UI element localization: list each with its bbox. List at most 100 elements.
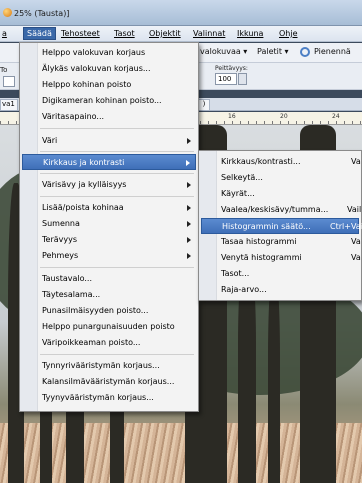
- menu-item-label: Vaalea/keskisävy/tumma...: [221, 205, 329, 214]
- opacity-spinner[interactable]: [238, 73, 247, 85]
- menu-item-sumenna[interactable]: Sumenna: [22, 216, 196, 232]
- ruler-label: 20: [280, 113, 288, 120]
- menu-separator: [40, 267, 194, 268]
- submenu-item-raja-arvo[interactable]: Raja-arvo...: [201, 282, 359, 298]
- brightness-contrast-submenu: Kirkkaus/kontrasti... Va Selkeytä... Käyr…: [198, 150, 362, 301]
- app-icon: [3, 8, 12, 17]
- menu-item-shortcut: Va: [351, 253, 361, 262]
- menu-item-label: Histogrammin säätö...: [222, 222, 311, 231]
- menu-item-kirkkaus-ja-kontrasti[interactable]: Kirkkaus ja kontrasti: [22, 154, 196, 170]
- options-left-label: To: [0, 66, 8, 74]
- opacity-input[interactable]: 100: [215, 73, 237, 85]
- menu-item-label: Värisävy ja kylläisyys: [42, 180, 127, 189]
- menu-item-label: Väritasapaino...: [42, 112, 105, 121]
- zoom-out-icon[interactable]: [300, 47, 310, 57]
- submenu-item-selkeyta[interactable]: Selkeytä...: [201, 170, 359, 186]
- menu-item-label: Sumenna: [42, 219, 80, 228]
- menu-separator: [40, 151, 194, 152]
- menu-item-teravyys[interactable]: Terävyys: [22, 232, 196, 248]
- menu-item-varisavy-ja-kyllaisyys[interactable]: Värisävy ja kylläisyys: [22, 177, 196, 193]
- menu-item-shortcut: Va: [351, 157, 361, 166]
- submenu-arrow-icon: [187, 237, 191, 243]
- menu-item-label: Taustavalo...: [42, 274, 92, 283]
- menu-saada[interactable]: Säädä: [23, 27, 56, 40]
- title-bar: 25% (Tausta)]: [0, 0, 362, 26]
- opacity-label: Peittävyys:: [215, 65, 248, 72]
- submenu-arrow-icon: [187, 138, 191, 144]
- submenu-item-tasaa-histogrammi[interactable]: Tasaa histogrammi Va: [201, 234, 361, 250]
- menu-item-label: Selkeytä...: [221, 173, 263, 182]
- document-tab[interactable]: va1: [0, 99, 18, 111]
- menu-item-shortcut: Ctrl+Vai: [330, 222, 362, 231]
- menu-item-taustavalo[interactable]: Taustavalo...: [22, 271, 196, 287]
- menu-ohje[interactable]: Ohje: [279, 29, 298, 38]
- paletit-dropdown[interactable]: Paletit ▾: [257, 47, 289, 56]
- menu-item-lisaa-poista-kohinaa[interactable]: Lisää/poista kohinaa: [22, 200, 196, 216]
- menu-item-shortcut: Vail: [347, 205, 362, 214]
- document-tab-end[interactable]: ): [198, 99, 210, 111]
- menu-item-varitasapaino[interactable]: Väritasapaino...: [22, 109, 196, 125]
- menu-valinnat[interactable]: Valinnat: [193, 29, 225, 38]
- menu-item-helppo-punargunaisuuden-poisto[interactable]: Helppo punargunaisuuden poisto: [22, 319, 196, 335]
- menu-item-label: Käyrät...: [221, 189, 255, 198]
- submenu-item-histogrammin-saato[interactable]: Histogrammin säätö... Ctrl+Vai: [201, 218, 362, 234]
- submenu-item-tasot[interactable]: Tasot...: [201, 266, 359, 282]
- menu-tehosteet[interactable]: Tehosteet: [61, 29, 100, 38]
- submenu-item-kayrat[interactable]: Käyrät...: [201, 186, 359, 202]
- menu-bar: a Säädä Tehosteet Tasot Objektit Valinna…: [0, 26, 362, 42]
- menu-item-label: Terävyys: [42, 235, 78, 244]
- menu-separator: [40, 128, 194, 129]
- menu-item-label: Väripoikkeaman poisto...: [42, 338, 141, 347]
- submenu-arrow-icon: [187, 221, 191, 227]
- menu-partial[interactable]: a: [2, 29, 7, 38]
- submenu-item-kirkkaus-kontrasti[interactable]: Kirkkaus/kontrasti... Va: [201, 154, 361, 170]
- menu-item-label: Kalansilmävääristymän korjaus...: [42, 377, 175, 386]
- menu-item-pehmeys[interactable]: Pehmeys: [22, 248, 196, 264]
- submenu-item-venyta-histogrammi[interactable]: Venytä histogrammi Va: [201, 250, 361, 266]
- menu-item-helppo-valokuvan-korjaus[interactable]: Helppo valokuvan korjaus: [22, 45, 196, 61]
- menu-item-helppo-kohinan-poisto[interactable]: Helppo kohinan poisto: [22, 77, 196, 93]
- menu-item-varipoikkeaman-poisto[interactable]: Väripoikkeaman poisto...: [22, 335, 196, 351]
- menu-item-label: Tynnyrivääristymän korjaus...: [42, 361, 160, 370]
- menu-item-label: Väri: [42, 136, 58, 145]
- adjust-menu: Helppo valokuvan korjaus Älykäs valokuva…: [19, 42, 199, 412]
- menu-item-label: Kirkkaus ja kontrasti: [43, 158, 125, 167]
- menu-item-label: Älykäs valokuvan korjaus...: [42, 64, 151, 73]
- menu-item-digikameran-kohinan-poisto[interactable]: Digikameran kohinan poisto...: [22, 93, 196, 109]
- options-left-field[interactable]: [3, 76, 15, 87]
- menu-tasot[interactable]: Tasot: [114, 29, 135, 38]
- menu-item-label: Raja-arvo...: [221, 285, 267, 294]
- menu-item-label: Punasilmäisyyden poisto...: [42, 306, 149, 315]
- menu-item-shortcut: Va: [351, 237, 361, 246]
- valokuvaa-dropdown[interactable]: valokuvaa ▾: [200, 47, 247, 56]
- menu-item-tynnyrivaaristyman-korjaus[interactable]: Tynnyrivääristymän korjaus...: [22, 358, 196, 374]
- pienenna-button[interactable]: Pienennä: [314, 47, 351, 56]
- menu-item-label: Kirkkaus/kontrasti...: [221, 157, 301, 166]
- menu-item-label: Lisää/poista kohinaa: [42, 203, 124, 212]
- menu-item-label: Helppo kohinan poisto: [42, 80, 132, 89]
- menu-item-label: Tasaa histogrammi: [221, 237, 297, 246]
- menu-item-label: Pehmeys: [42, 251, 79, 260]
- submenu-item-vaalea-keskisavy-tumma[interactable]: Vaalea/keskisävy/tumma... Vail: [201, 202, 362, 218]
- menu-separator: [40, 354, 194, 355]
- menu-item-alykas-korjaus[interactable]: Älykäs valokuvan korjaus...: [22, 61, 196, 77]
- submenu-arrow-icon: [187, 253, 191, 259]
- menu-item-kalansilmavaaristyman-korjaus[interactable]: Kalansilmävääristymän korjaus...: [22, 374, 196, 390]
- menu-separator: [40, 196, 194, 197]
- ruler-label: 24: [332, 113, 340, 120]
- menu-item-taytesalama[interactable]: Täytesalama...: [22, 287, 196, 303]
- menu-item-vari[interactable]: Väri: [22, 133, 196, 149]
- menu-item-label: Helppo punargunaisuuden poisto: [42, 322, 175, 331]
- menu-item-label: Venytä histogrammi: [221, 253, 302, 262]
- window-title: 25% (Tausta)]: [14, 9, 70, 18]
- submenu-arrow-icon: [187, 182, 191, 188]
- menu-item-label: Digikameran kohinan poisto...: [42, 96, 162, 105]
- menu-objektit[interactable]: Objektit: [149, 29, 181, 38]
- menu-item-label: Tasot...: [221, 269, 250, 278]
- menu-item-label: Täytesalama...: [42, 290, 101, 299]
- menu-ikkuna[interactable]: Ikkuna: [237, 29, 263, 38]
- menu-item-punasilmaisyyden-poisto[interactable]: Punasilmäisyyden poisto...: [22, 303, 196, 319]
- menu-item-label: Tyynyvääristymän korjaus...: [42, 393, 154, 402]
- menu-item-tyynyvaaristyman-korjaus[interactable]: Tyynyvääristymän korjaus...: [22, 390, 196, 406]
- tree-trunk: [268, 273, 280, 483]
